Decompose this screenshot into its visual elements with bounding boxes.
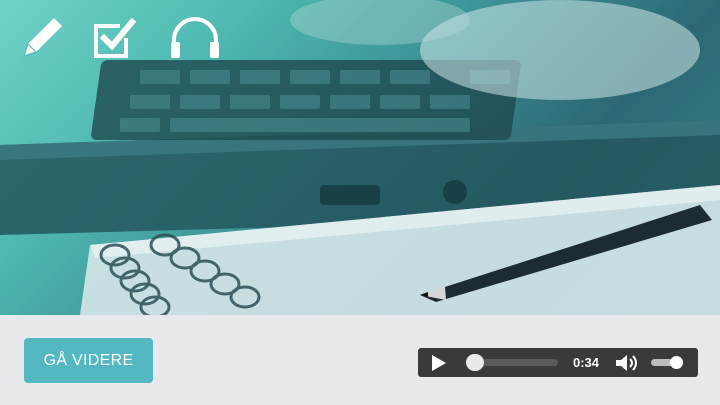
audio-player: 0:34 xyxy=(418,348,698,377)
time-display: 0:34 xyxy=(573,355,600,370)
volume-knob[interactable] xyxy=(670,356,683,369)
volume-icon[interactable] xyxy=(614,354,640,377)
continue-button[interactable]: GÅ VIDERE xyxy=(24,338,153,383)
play-icon[interactable] xyxy=(432,355,446,371)
checkbox-check-icon[interactable] xyxy=(92,12,142,62)
progress-knob[interactable] xyxy=(466,354,484,371)
headphones-icon[interactable] xyxy=(168,12,222,62)
pencil-icon[interactable] xyxy=(18,12,68,62)
footer-bar: GÅ VIDERE 0:34 xyxy=(0,315,720,405)
hero-image xyxy=(0,0,720,315)
